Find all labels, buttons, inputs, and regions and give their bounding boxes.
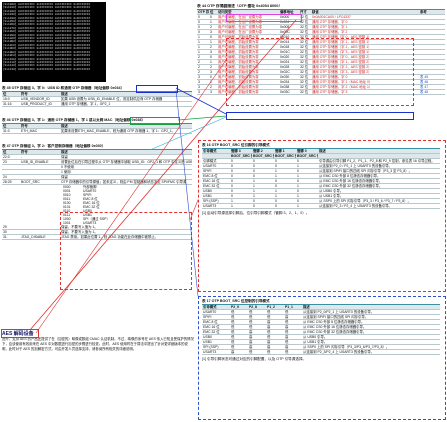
- table-cell: USB_PRODUCT_ID: [20, 101, 60, 107]
- console-line: [0x1130] 0xFFFFFFFF 0xFFFFFFFF 0xFFFFFFF…: [3, 67, 91, 71]
- table17-note: [1] 引导引脚状态可通过对应的引脚配置，以及 OTP 引导源选择。: [202, 356, 307, 361]
- console-line: [0x10F0] 0xFFFFFFFF 0xFFFFFFFF 0xFFFFFFF…: [3, 54, 91, 58]
- table-cell: USART3: [202, 349, 230, 355]
- highlight-t45-caption: [136, 85, 178, 93]
- table-cell: 1: [230, 203, 252, 209]
- table16: 引导模式管脚 3管脚 2管脚 1管脚 0描述BOOT_SRC 位 3BOOT_S…: [202, 148, 440, 209]
- table-cell: JTAG_DISABLE: [20, 234, 60, 240]
- table-cell: 引导源由引导引脚 P1_2、P1_1、P2_8 和 P2_9 控制，参见表 16…: [318, 158, 440, 164]
- table-cell: 3: [197, 89, 209, 95]
- table46-row: 31:0 ETH_MAC 如果未设置ETH_MAC_ENABLE，则为通用 OTP …: [2, 128, 192, 134]
- highlight-bootsrc: [60, 212, 192, 290]
- table17-row: USART3 高低低低从连接到 P2_3/P2_4 上 USART3 的设备引导。: [202, 349, 440, 355]
- table-header-cell: BOOT_SRC 位 0: [296, 153, 318, 159]
- table-cell: USART3: [202, 203, 230, 209]
- table-cell: 如果未设置ETH_MAC_ENABLE，则为通用 OTP 存储器 1，字 1：G…: [60, 128, 192, 134]
- table46: 位符号 描述 31:0 ETH_MAC 如果未设置ETH_MAC_ENABLE，则为通…: [2, 123, 192, 134]
- table-cell: 低: [266, 349, 284, 355]
- table-header-cell: BOOT_SRC 位 3: [230, 153, 252, 159]
- table-cell: 设置此位后在引导过程中从 OTP 存储器中读取 USB_ID：GP2_1 和 O…: [60, 159, 192, 165]
- table47-row: 28:25 BOOT_SRC OTP 存储器中的引导源值；如未定义，则由 PM 控制…: [2, 179, 192, 185]
- table-cell: 低: [284, 349, 302, 355]
- highlight-aes-title: [1, 329, 39, 338]
- table-cell: ETH_MAC: [20, 128, 60, 134]
- table-cell: 表 48: [419, 89, 445, 95]
- table17-section: 表 17 OTP BOOT_SRC 位控制的引导模式 引导模式 P2_9 P2_8 P…: [202, 299, 440, 361]
- table-cell: 低: [248, 349, 266, 355]
- highlight-otp-mac-row: [226, 112, 414, 120]
- table-cell: OTP 存储器中的引导源值；如未定义，则由 PM 控制器和状态决定 SPI/FM…: [60, 179, 192, 185]
- table16-note: [1] 启动引导源选择引脚后，位引导引脚模式（管脚 3、2、1、0）。: [202, 210, 310, 215]
- highlight-t46-caption: [130, 117, 180, 125]
- table-cell: 高: [230, 349, 248, 355]
- table17: 引导模式 P2_9 P2_8 P1_2 P1_1 描述 USART0 低低低低从连接到 P2…: [202, 304, 440, 355]
- table-cell: 3: [209, 89, 217, 95]
- table-cell: 从连接到 P2_3/P2_4 上 USART3 的设备引导。: [302, 349, 440, 355]
- highlight-otp-row0: [226, 14, 302, 22]
- table-cell: 1: [296, 203, 318, 209]
- table-cell: 31:16: [2, 101, 20, 107]
- table-cell: 0: [274, 203, 296, 209]
- table45: 位符号 描述 15:0 USB_VENDOR_ID 如果 USB 设置为 USB_ID…: [2, 91, 192, 107]
- table-header-cell: BOOT_SRC 位 2: [252, 153, 274, 159]
- table47-row: 23 USB_ID_ENABLE 设置此位后在引导过程中从 OTP 存储器中读取 U…: [2, 159, 192, 165]
- table-header-cell: BOOT_SRC 位 1: [274, 153, 296, 159]
- table-cell: 0: [252, 203, 274, 209]
- table-cell: 31: [2, 234, 20, 240]
- table16-row: USART3 1 0 0 1 从连接到 P2_3 / P2_4 上 USART3 的设备引…: [202, 203, 440, 209]
- table-header-cell: OTP 存储器: [197, 9, 209, 15]
- table16-section: 表 16 OTP BOOT_SRC 位引脚的引导模式 引导模式 管脚 3 管脚 2管…: [202, 143, 440, 215]
- table-cell: 从连接到 P2_3 / P2_4 上 USART3 的设备引导。: [318, 203, 440, 209]
- table-cell: 通用 OTP 存储器，字 1，GP2_1: [60, 101, 192, 107]
- table45-row: 31:16 USB_PRODUCT_ID 通用 OTP 存储器，字 1，GP2_1: [2, 101, 192, 107]
- table-cell: 31:0: [2, 128, 20, 134]
- console-lines: [0x1000] 0xFFFFFFFF 0xFFFFFFFF 0xFFFFFFF…: [3, 3, 105, 71]
- highlight-otp-aes-rows: [226, 38, 414, 106]
- console-window: [0x1000] 0xFFFFFFFF 0xFFFFFFFF 0xFFFFFFF…: [2, 2, 106, 82]
- aes-body: 此外，支持 AES 的产品还提供了在（加密的）映像或数组 CMAC 认证机制。不…: [2, 337, 194, 351]
- table-cell: BOOT_SRC: [20, 179, 60, 185]
- table47: 位符号 描述 22:0- 保留 23 USB_ID_ENABLE 设置此位后在引导过程中从…: [2, 149, 192, 185]
- table-cell: 28:25: [2, 179, 20, 185]
